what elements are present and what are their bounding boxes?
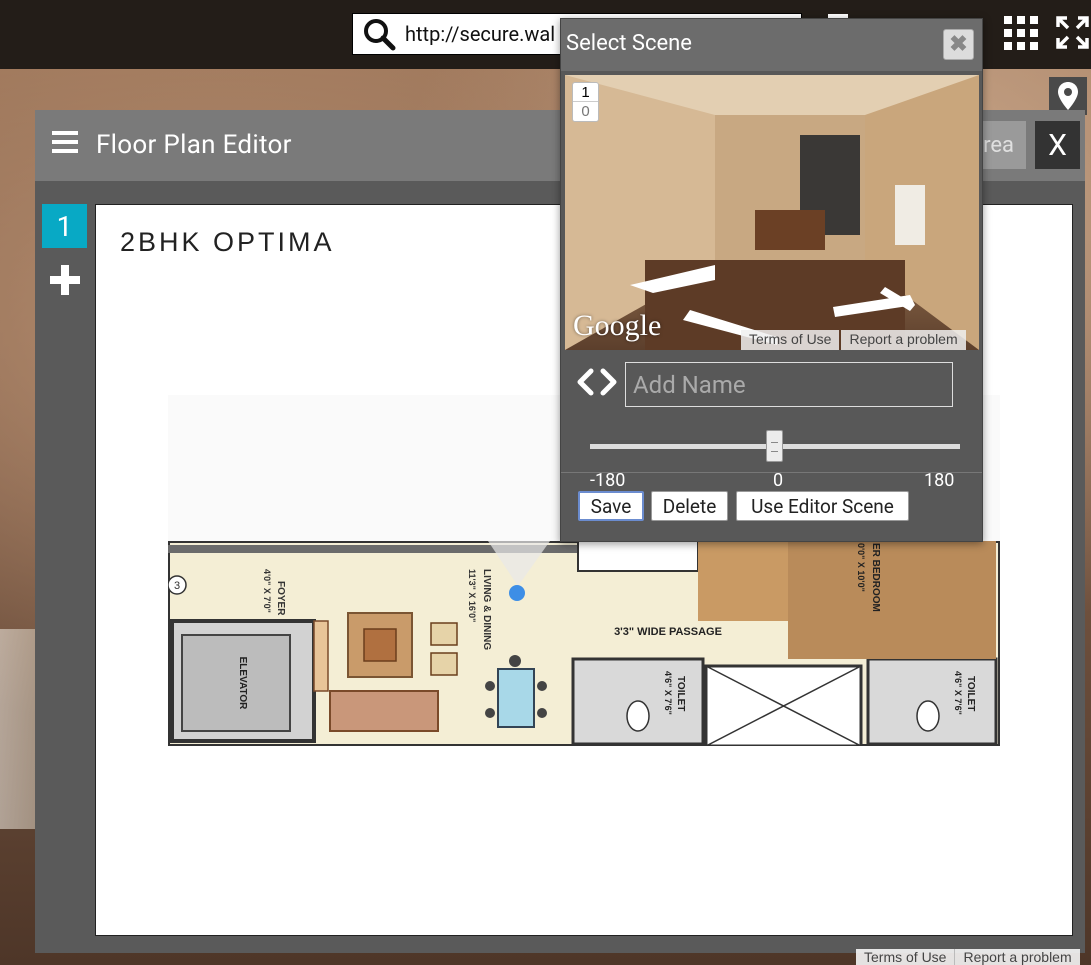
editor-close-button[interactable]: X bbox=[1035, 121, 1080, 169]
scene-close-button[interactable]: ✖ bbox=[943, 29, 974, 60]
passage-label: 3'3" WIDE PASSAGE bbox=[614, 626, 722, 638]
url-text[interactable]: http://secure.wal bbox=[405, 22, 555, 46]
search-icon[interactable] bbox=[353, 13, 405, 55]
footer-report-link[interactable]: Report a problem bbox=[954, 949, 1080, 965]
select-scene-dialog: Select Scene ✖ 1 0 Google Terms of Use R… bbox=[560, 18, 983, 542]
toilet1-label: TOILET bbox=[675, 676, 686, 711]
marker-number: 3 bbox=[174, 580, 180, 592]
elevator-label: ELEVATOR bbox=[237, 657, 248, 711]
scene-header: Select Scene ✖ bbox=[561, 19, 982, 71]
terms-link[interactable]: Terms of Use bbox=[741, 330, 840, 350]
bedroom-dim: 0'0" X 10'0" bbox=[856, 543, 866, 592]
toilet2-label: TOILET bbox=[965, 676, 976, 711]
camera-marker[interactable] bbox=[509, 585, 525, 601]
prev-next-arrows-icon[interactable] bbox=[574, 367, 620, 397]
scene-title: Select Scene bbox=[566, 31, 692, 56]
hamburger-menu-icon[interactable] bbox=[52, 131, 78, 155]
google-logo: Google bbox=[573, 309, 662, 342]
street-view-preview[interactable]: 1 0 Google Terms of Use Report a problem bbox=[565, 75, 979, 350]
slider-mid-label: 0 bbox=[773, 470, 784, 491]
save-button[interactable]: Save bbox=[578, 491, 644, 521]
plan-title: 2BHK OPTIMA bbox=[120, 227, 335, 257]
slider-max-label: 180 bbox=[924, 470, 955, 491]
report-problem-link[interactable]: Report a problem bbox=[841, 330, 966, 350]
foyer-label: FOYER bbox=[275, 581, 286, 616]
floor-plan-drawing[interactable]: ELEVATOR FOYER 4'0" X 7'0" 3 LIVING & DI… bbox=[168, 541, 1000, 746]
add-floor-plus-icon[interactable] bbox=[50, 265, 80, 295]
divider bbox=[561, 472, 982, 473]
level-0[interactable]: 0 bbox=[573, 102, 598, 121]
fullscreen-icon[interactable] bbox=[1056, 16, 1089, 49]
floor-tab-1[interactable]: 1 bbox=[42, 204, 87, 248]
toilet2-dim: 4'6" X 7'6" bbox=[953, 671, 963, 715]
delete-button[interactable]: Delete bbox=[651, 491, 728, 521]
foyer-dim: 4'0" X 7'0" bbox=[262, 569, 272, 613]
pano-footer-links: Terms of Use Report a problem bbox=[739, 330, 966, 350]
level-selector[interactable]: 1 0 bbox=[572, 82, 599, 122]
rotation-slider-thumb[interactable] bbox=[766, 430, 783, 462]
living-label: LIVING & DINING bbox=[481, 569, 492, 650]
footer-terms-link[interactable]: Terms of Use bbox=[856, 949, 955, 965]
use-editor-scene-button[interactable]: Use Editor Scene bbox=[736, 491, 909, 521]
level-1[interactable]: 1 bbox=[573, 83, 598, 102]
living-dim: 11'3" X 16'0" bbox=[467, 569, 477, 622]
apps-grid-icon[interactable] bbox=[1004, 16, 1038, 50]
scene-name-input[interactable] bbox=[625, 362, 953, 407]
slider-min-label: -180 bbox=[590, 470, 626, 491]
bedroom-label: ER BEDROOM bbox=[870, 543, 881, 612]
footer-links: Terms of Use Report a problem bbox=[856, 949, 1080, 965]
toilet1-dim: 4'6" X 7'6" bbox=[663, 671, 673, 715]
editor-title: Floor Plan Editor bbox=[96, 130, 292, 160]
